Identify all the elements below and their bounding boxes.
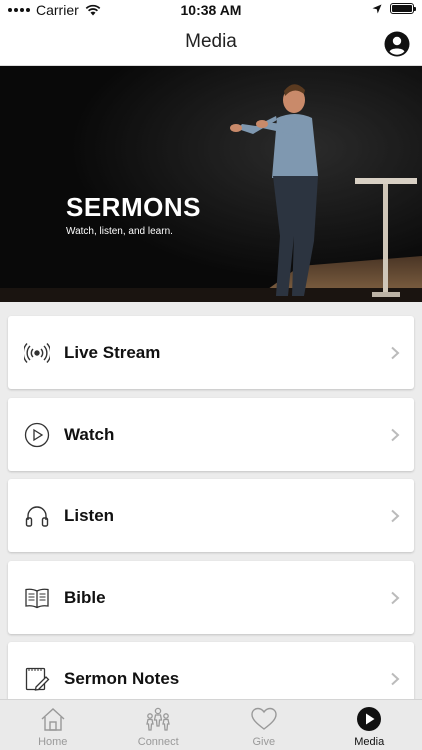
heart-icon: [251, 707, 277, 730]
menu-item-label: Watch: [64, 424, 115, 444]
live-stream-icon: [24, 343, 50, 363]
chevron-right-icon: [391, 672, 400, 686]
play-circle-icon: [24, 422, 50, 447]
people-icon: [146, 707, 171, 731]
menu-item-listen[interactable]: Listen: [8, 479, 414, 552]
hero-title: SERMONS: [66, 192, 201, 222]
media-menu-list: Live Stream Watch Listen Bible Sermon No…: [8, 316, 414, 724]
hero-subtitle: Watch, listen, and learn.: [66, 226, 173, 237]
tab-media[interactable]: Media: [317, 700, 422, 750]
menu-item-label: Sermon Notes: [64, 669, 180, 688]
hero-photo: [0, 66, 422, 302]
chevron-right-icon: [391, 346, 400, 360]
tab-label: Connect: [137, 736, 179, 748]
headphones-icon: [25, 506, 49, 527]
tab-label: Give: [252, 736, 276, 748]
menu-item-label: Listen: [64, 506, 115, 525]
tab-label: Media: [354, 736, 385, 748]
nav-bar: Media: [0, 22, 422, 66]
location-icon: [372, 4, 382, 13]
menu-item-bible[interactable]: Bible: [8, 560, 414, 634]
notes-icon: [25, 667, 50, 691]
sermons-hero-banner[interactable]: SERMONS Watch, listen, and learn.: [0, 66, 422, 302]
tab-give[interactable]: Give: [211, 700, 317, 750]
tab-home[interactable]: Home: [0, 700, 106, 750]
chevron-right-icon: [391, 591, 400, 604]
clock: 10:38 AM: [180, 2, 242, 18]
menu-item-label: Bible: [64, 587, 106, 607]
battery-icon: [390, 3, 416, 14]
play-icon: [357, 707, 382, 731]
profile-icon[interactable]: [384, 31, 410, 57]
menu-item-watch[interactable]: Watch: [8, 397, 414, 471]
menu-item-label: Live Stream: [64, 343, 161, 362]
status-bar: Carrier 10:38 AM: [0, 0, 422, 22]
home-icon: [41, 708, 65, 731]
book-icon: [25, 588, 49, 608]
tab-bar: Home Connect Give Media: [0, 699, 422, 750]
tab-label: Home: [38, 736, 68, 748]
status-right: [372, 3, 416, 14]
chevron-right-icon: [391, 509, 400, 523]
menu-item-live-stream[interactable]: Live Stream: [8, 316, 414, 389]
chevron-right-icon: [391, 428, 400, 441]
page-title: Media: [185, 31, 237, 52]
tab-connect[interactable]: Connect: [106, 700, 212, 750]
